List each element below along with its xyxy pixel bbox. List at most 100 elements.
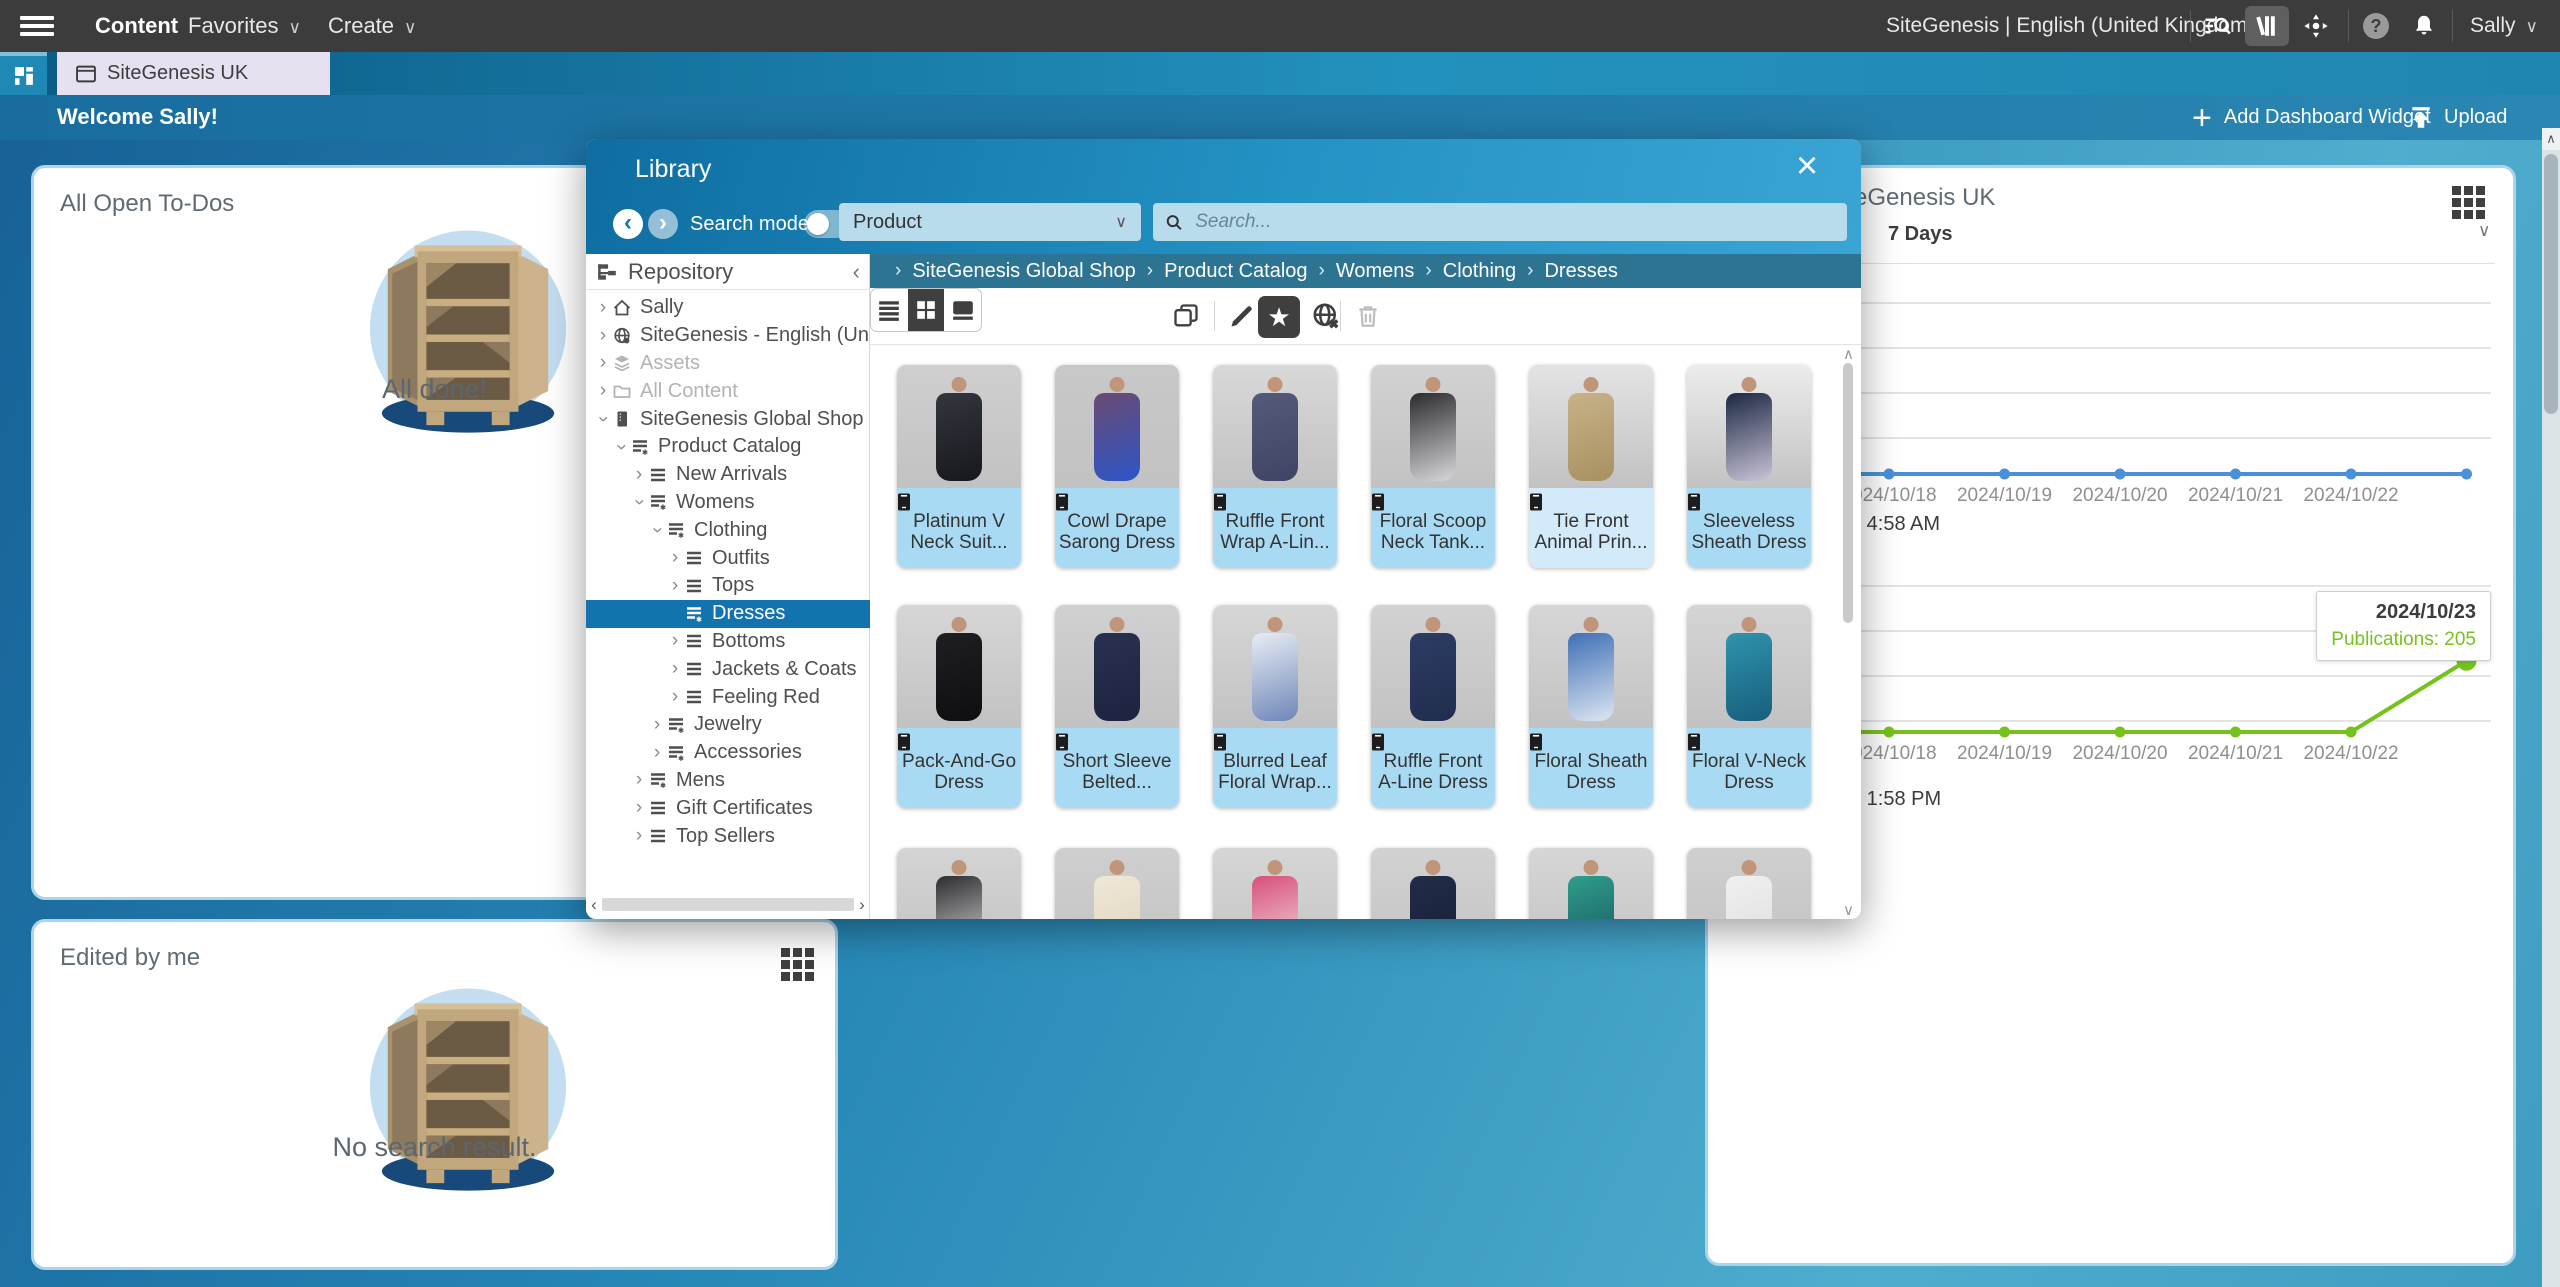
expander-icon[interactable]: › (666, 630, 684, 652)
scroll-left-icon[interactable]: ‹ (586, 895, 602, 915)
expander-icon[interactable]: › (594, 352, 612, 374)
tree-item-bottoms[interactable]: ›Bottoms (586, 628, 870, 656)
hamburger-menu-icon[interactable] (20, 16, 54, 36)
expander-icon[interactable]: › (592, 410, 614, 428)
expander-icon[interactable]: › (630, 797, 648, 819)
product-tile-floral-sheath-dress[interactable]: Floral Sheath Dress (1529, 605, 1653, 808)
tree-item-jewelry[interactable]: ›Jewelry (586, 711, 870, 739)
tree-item-sally[interactable]: ›Sally (586, 294, 870, 322)
scroll-right-icon[interactable]: › (854, 895, 870, 915)
tree-horizontal-scrollbar[interactable]: ‹ › (586, 896, 870, 913)
expander-icon[interactable]: › (594, 380, 612, 402)
tree-item-sitegenesis-english-united-kingdom[interactable]: ›SiteGenesis - English (United Kingdom) (586, 322, 870, 350)
menu-create[interactable]: Create∨ (328, 0, 417, 52)
product-tile-cowl-drape-sarong-dress[interactable]: Cowl Drape Sarong Dress (1055, 365, 1179, 568)
product-tile-blurred-leaf-floral-wrap[interactable]: Blurred Leaf Floral Wrap... (1213, 605, 1337, 808)
chevron-down-icon[interactable]: ∨ (2478, 221, 2490, 241)
period-selector[interactable]: 7 Days (1888, 223, 1953, 246)
expander-icon[interactable]: › (610, 438, 632, 456)
product-tile-partial-1[interactable] (897, 848, 1021, 919)
scrollbar-thumb[interactable] (1843, 363, 1853, 623)
user-menu[interactable]: Sally∨ (2470, 0, 2538, 52)
favorite-star-button[interactable]: ★ (1258, 296, 1300, 338)
library-icon[interactable] (2245, 6, 2289, 46)
expander-icon[interactable]: › (666, 658, 684, 680)
product-tile-partial-5[interactable] (1529, 848, 1653, 919)
tree-item-tops[interactable]: ›Tops (586, 572, 870, 600)
scroll-up-icon[interactable]: ∧ (1842, 345, 1855, 363)
breadcrumb-item-womens[interactable]: Womens (1336, 260, 1415, 283)
tree-item-sitegenesis-global-shop[interactable]: ›SiteGenesis Global Shop (586, 405, 870, 433)
product-tile-ruffle-front-a-line-dress[interactable]: Ruffle Front A-Line Dress (1371, 605, 1495, 808)
add-dashboard-widget-button[interactable]: + Add Dashboard Widget (2192, 95, 2431, 140)
product-tile-tie-front-animal-prin[interactable]: Tie Front Animal Prin... (1529, 365, 1653, 568)
breadcrumb-item-sitegenesis-global-shop[interactable]: SiteGenesis Global Shop (912, 260, 1135, 283)
collapse-panel-icon[interactable]: ‹ (853, 259, 860, 285)
tree-item-accessories[interactable]: ›Accessories (586, 739, 870, 767)
search-list-icon[interactable] (2198, 8, 2238, 44)
scroll-down-icon[interactable]: ∨ (1842, 901, 1855, 919)
product-tile-partial-6[interactable] (1687, 848, 1811, 919)
expander-icon[interactable]: › (666, 575, 684, 597)
breadcrumb-item-clothing[interactable]: Clothing (1443, 260, 1516, 283)
product-tile-pack-and-go-dress[interactable]: Pack-And-Go Dress (897, 605, 1021, 808)
notifications-bell-icon[interactable] (2404, 8, 2444, 44)
scroll-up-icon[interactable]: ∧ (2542, 128, 2560, 150)
expander-icon[interactable]: › (666, 686, 684, 708)
product-tile-sleeveless-sheath-dress[interactable]: Sleeveless Sheath Dress (1687, 365, 1811, 568)
forward-button[interactable]: › (648, 209, 678, 239)
product-tile-partial-4[interactable] (1371, 848, 1495, 919)
edit-pencil-icon[interactable] (1222, 296, 1262, 336)
product-tile-platinum-v-neck-suit[interactable]: Platinum V Neck Suit... (897, 365, 1021, 568)
tree-item-feeling-red[interactable]: ›Feeling Red (586, 683, 870, 711)
expander-icon[interactable]: › (648, 714, 666, 736)
widget-grid-icon[interactable] (781, 948, 814, 981)
product-tile-floral-scoop-neck-tank[interactable]: Floral Scoop Neck Tank... (1371, 365, 1495, 568)
search-input[interactable] (1193, 210, 1835, 234)
tree-item-outfits[interactable]: ›Outfits (586, 544, 870, 572)
type-selector-dropdown[interactable]: Product ∨ (839, 203, 1141, 241)
tree-item-assets[interactable]: ›Assets (586, 350, 870, 378)
expander-icon[interactable]: › (646, 521, 668, 539)
expander-icon[interactable]: › (594, 297, 612, 319)
expander-icon[interactable]: › (648, 742, 666, 764)
tree-item-dresses[interactable]: Dresses (586, 600, 870, 628)
copy-icon[interactable] (1166, 296, 1206, 336)
expander-icon[interactable]: › (630, 769, 648, 791)
product-tile-partial-2[interactable] (1055, 848, 1179, 919)
upload-button[interactable]: Upload (2408, 95, 2507, 140)
back-button[interactable]: ‹ (613, 209, 643, 239)
tree-item-new-arrivals[interactable]: ›New Arrivals (586, 461, 870, 489)
product-tile-ruffle-front-wrap-a-lin[interactable]: Ruffle Front Wrap A-Lin... (1213, 365, 1337, 568)
expander-icon[interactable]: › (630, 464, 648, 486)
scrollbar-track[interactable] (602, 898, 854, 911)
widget-grid-icon[interactable] (2452, 186, 2485, 219)
tree-item-mens[interactable]: ›Mens (586, 767, 870, 795)
help-icon[interactable]: ? (2356, 8, 2396, 44)
expander-icon[interactable]: › (666, 547, 684, 569)
scrollbar-thumb[interactable] (2544, 154, 2558, 414)
tree-item-womens[interactable]: ›Womens (586, 489, 870, 517)
expander-icon[interactable]: › (628, 493, 650, 511)
tree-item-jackets-coats[interactable]: ›Jackets & Coats (586, 655, 870, 683)
list-view-icon[interactable] (871, 289, 908, 331)
menu-content[interactable]: Content (95, 0, 178, 52)
target-icon[interactable] (2296, 8, 2336, 44)
grid-view-icon[interactable] (908, 289, 945, 331)
expander-icon[interactable]: › (594, 325, 612, 347)
tree-item-gift-certificates[interactable]: ›Gift Certificates (586, 794, 870, 822)
tree-item-product-catalog[interactable]: ›Product Catalog (586, 433, 870, 461)
expander-icon[interactable]: › (630, 825, 648, 847)
grid-vertical-scrollbar[interactable]: ∧ ∨ (1842, 345, 1855, 919)
tree-item-top-sellers[interactable]: ›Top Sellers (586, 822, 870, 850)
product-tile-partial-3[interactable] (1213, 848, 1337, 919)
breadcrumb-item-dresses[interactable]: Dresses (1544, 260, 1617, 283)
card-view-icon[interactable] (944, 289, 981, 331)
product-tile-floral-v-neck-dress[interactable]: Floral V-Neck Dress (1687, 605, 1811, 808)
menu-favorites[interactable]: Favorites∨ (188, 0, 301, 52)
dashboard-rail-icon[interactable] (0, 52, 47, 95)
close-icon[interactable]: × (1796, 145, 1818, 188)
breadcrumb-item-product-catalog[interactable]: Product Catalog (1164, 260, 1307, 283)
tree-item-clothing[interactable]: ›Clothing (586, 516, 870, 544)
delete-trash-icon[interactable] (1348, 296, 1388, 336)
